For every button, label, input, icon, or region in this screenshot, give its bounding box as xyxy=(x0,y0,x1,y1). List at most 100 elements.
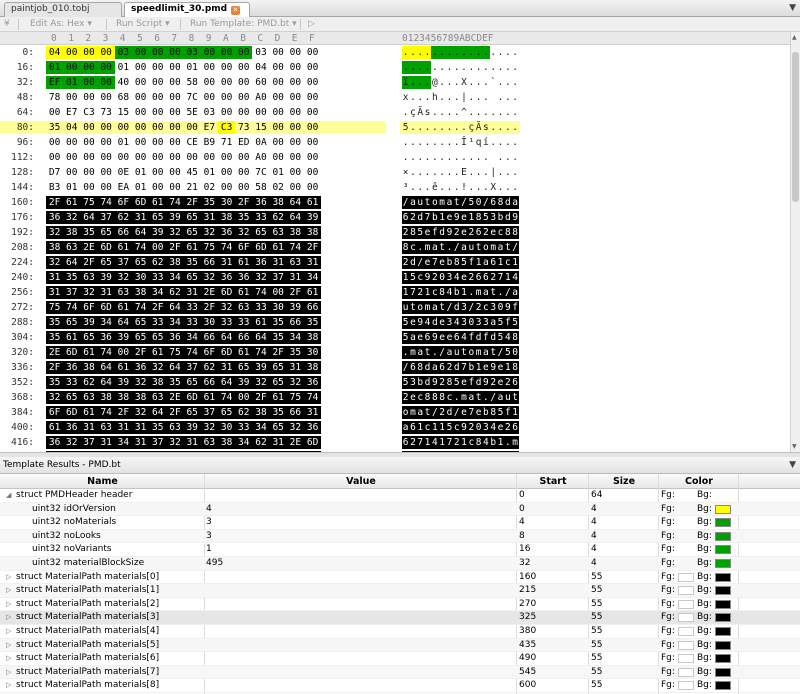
hex-byte[interactable]: 00 xyxy=(235,166,252,179)
hex-byte[interactable]: 00 xyxy=(166,181,183,194)
hex-byte[interactable]: 65 xyxy=(183,271,201,284)
hex-row[interactable]: 320: 2E 6D 61 74 00 2F 61 75 74 6F 6D 61 74 2F 35 30. m a t… xyxy=(0,346,520,359)
hex-byte[interactable]: 74 xyxy=(252,346,270,359)
hex-byte[interactable]: 32 xyxy=(200,421,218,434)
collapsed-triangle-icon[interactable]: ▷ xyxy=(6,584,11,597)
hex-byte[interactable]: 00 xyxy=(149,241,167,254)
hex-byte[interactable]: 00 xyxy=(304,61,321,74)
hex-byte[interactable]: 31 xyxy=(218,361,236,374)
hex-byte[interactable]: B3 xyxy=(46,181,63,194)
hex-byte[interactable]: 35 xyxy=(269,316,287,329)
hex-byte[interactable]: 00 xyxy=(149,166,166,179)
hex-row[interactable]: 176: 36 32 64 37 62 31 65 39 65 31 38 35 33 62 64 39 6 2 d 7… xyxy=(0,211,520,224)
hex-byte[interactable]: 63 xyxy=(97,421,115,434)
hex-byte[interactable]: 00 xyxy=(252,106,269,119)
hex-byte[interactable]: 61 xyxy=(304,196,322,209)
hex-row[interactable]: 304: 35 61 65 36 39 65 65 36 34 66 64 66 64 35 34 38 5 a e 6… xyxy=(0,331,520,344)
hex-byte[interactable]: 65 xyxy=(63,316,81,329)
ascii-text[interactable]: 15c92034e2662714 xyxy=(402,271,519,284)
hex-byte[interactable]: 00 xyxy=(184,121,201,134)
hex-byte[interactable]: 00 xyxy=(166,61,183,74)
hex-byte[interactable]: 45 xyxy=(184,166,201,179)
bg-color-swatch[interactable] xyxy=(715,559,731,568)
hex-byte[interactable]: 32 xyxy=(46,226,64,239)
hex-byte[interactable]: 61 xyxy=(63,196,81,209)
hex-byte[interactable]: 6F xyxy=(200,346,218,359)
expanded-triangle-icon[interactable]: ◢ xyxy=(6,489,11,502)
hex-byte[interactable]: 66 xyxy=(286,406,304,419)
template-row[interactable]: uint32 idOrVersion 4 0 4 Fg: Bg: xyxy=(0,502,800,517)
hex-byte[interactable]: 2F xyxy=(200,301,218,314)
hex-byte[interactable]: 61 xyxy=(46,421,64,434)
hex-byte[interactable]: 61 xyxy=(149,346,167,359)
hex-byte[interactable]: 00 xyxy=(270,91,287,104)
template-row[interactable]: ▷ struct MaterialPath materials[1] 215 55 Fg… xyxy=(0,584,800,598)
hex-byte[interactable]: 33 xyxy=(149,271,167,284)
fg-color-swatch[interactable] xyxy=(678,627,694,636)
hex-byte[interactable]: 00 xyxy=(149,136,166,149)
hex-row[interactable]: 128: D7 00 00 00 0E 01 00 00 45 01 00 00 7C 01 00 00 ×...… xyxy=(0,166,520,179)
ascii-text[interactable]: a61c115c92034e26 xyxy=(402,421,519,434)
hex-byte[interactable]: 00 xyxy=(80,61,98,74)
hex-row[interactable]: 400: 61 36 31 63 31 31 35 63 39 32 30 33 34 65 32 36 a 6 1 c… xyxy=(0,421,520,434)
hex-byte[interactable]: 00 xyxy=(97,46,115,59)
hex-byte[interactable]: 66 xyxy=(235,331,253,344)
hex-byte[interactable]: 35 xyxy=(269,331,287,344)
hex-byte[interactable]: 34 xyxy=(252,421,270,434)
hex-byte[interactable]: 00 xyxy=(132,61,149,74)
collapsed-triangle-icon[interactable]: ▷ xyxy=(6,679,11,692)
ascii-text[interactable]: ³... ê...!... X... xyxy=(402,181,519,194)
hex-byte[interactable]: 63 xyxy=(149,391,167,404)
hex-byte[interactable]: 31 xyxy=(132,211,150,224)
hex-byte[interactable]: 37 xyxy=(97,211,115,224)
hex-byte[interactable]: 32 xyxy=(166,226,184,239)
hex-byte[interactable]: 37 xyxy=(269,271,287,284)
hex-byte[interactable]: 00 xyxy=(235,151,252,164)
hex-byte[interactable]: 75 xyxy=(200,241,218,254)
hex-byte[interactable]: 00 xyxy=(166,91,183,104)
run-play-icon[interactable]: ▷ xyxy=(308,18,315,31)
hex-byte[interactable]: 00 xyxy=(287,46,304,59)
hex-byte[interactable]: 6D xyxy=(97,241,115,254)
hex-byte[interactable]: 32 xyxy=(132,406,150,419)
hex-byte[interactable]: 30 xyxy=(132,271,150,284)
hex-byte[interactable]: 31 xyxy=(183,436,201,449)
hex-byte[interactable]: 32 xyxy=(80,286,98,299)
hex-byte[interactable]: 31 xyxy=(114,421,132,434)
hex-byte[interactable]: 32 xyxy=(286,376,304,389)
hex-byte[interactable]: 00 xyxy=(269,286,287,299)
hex-byte[interactable]: 00 xyxy=(304,91,321,104)
hex-byte[interactable]: 00 xyxy=(235,61,252,74)
hex-row[interactable]: 368: 32 65 63 38 38 38 63 2E 6D 61 74 00 2F 61 75 74 2 e c 8… xyxy=(0,391,520,404)
hex-byte[interactable]: 35 xyxy=(286,346,304,359)
hex-row[interactable]: 96: 00 00 00 00 01 00 00 00 CE B9 71 ED 0A 00 00 00.....… xyxy=(0,136,520,149)
hex-byte[interactable]: 65 xyxy=(269,376,287,389)
hex-byte[interactable]: 00 xyxy=(304,151,321,164)
hex-byte[interactable]: 00 xyxy=(235,46,253,59)
hex-byte[interactable]: 15 xyxy=(115,106,132,119)
hex-byte[interactable]: 00 xyxy=(98,136,115,149)
hex-byte[interactable]: 00 xyxy=(132,121,149,134)
hex-byte[interactable]: 7C xyxy=(252,166,269,179)
hex-byte[interactable]: 00 xyxy=(115,121,132,134)
edit-as-dropdown[interactable]: Edit As: Hex ▾ xyxy=(30,18,92,31)
hex-byte[interactable]: 00 xyxy=(149,151,166,164)
column-header-color[interactable]: Color xyxy=(659,476,739,487)
hex-byte[interactable]: 01 xyxy=(184,61,201,74)
hex-byte[interactable]: 74 xyxy=(132,301,150,314)
template-row[interactable]: ◢ struct PMDHeader header 0 64 Fg: Bg: xyxy=(0,489,800,503)
hex-byte[interactable]: 2F xyxy=(149,301,167,314)
template-row[interactable]: uint32 noLooks 3 8 4 Fg: Bg: xyxy=(0,529,800,544)
hex-byte[interactable]: 30 xyxy=(304,346,322,359)
hex-byte[interactable]: 00 xyxy=(184,151,201,164)
hex-byte[interactable]: 65 xyxy=(149,331,167,344)
ascii-text[interactable]: 1 7 2 1 c 8 4 b 1. m a t. / a xyxy=(402,286,519,299)
bg-color-swatch[interactable] xyxy=(715,627,731,636)
hex-byte[interactable]: 00 xyxy=(287,61,304,74)
hex-byte[interactable]: 38 xyxy=(286,226,304,239)
hex-byte[interactable]: 74 xyxy=(286,241,304,254)
hex-byte[interactable]: 6D xyxy=(304,436,322,449)
hex-byte[interactable]: 33 xyxy=(252,301,270,314)
hex-byte[interactable]: 39 xyxy=(166,211,184,224)
hex-byte[interactable]: 38 xyxy=(218,436,236,449)
